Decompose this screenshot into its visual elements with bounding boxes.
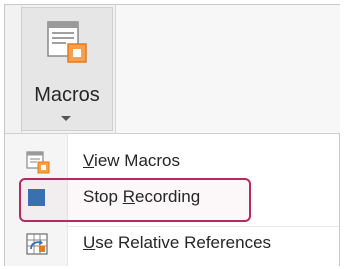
menu-item-label: Use Relative References [83,233,272,252]
menu-item-use-relative-references[interactable]: Use Relative References [5,226,339,262]
accelerator-key: U [83,233,96,252]
relative-references-icon [25,232,51,256]
menu-item-label: View Macros [83,151,181,170]
window-frame: Macros View Macros Stop Recording Use Re… [4,4,340,266]
stop-recording-icon [25,186,51,210]
accelerator-key: V [83,151,95,170]
menu-item-view-macros[interactable]: View Macros [5,144,339,180]
macros-dropdown-menu: View Macros Stop Recording Use Relative … [5,133,339,266]
macros-icon [44,18,92,66]
ribbon-empty-area [115,5,340,133]
ribbon: Macros [5,5,340,133]
menu-item-label: Stop Recording [83,187,201,206]
chevron-down-icon[interactable] [61,116,71,121]
accelerator-key: R [122,187,135,206]
menu-item-stop-recording[interactable]: Stop Recording [5,180,339,216]
ribbon-left-strip [5,5,22,133]
view-macros-icon [25,150,51,174]
macros-button[interactable]: Macros [21,7,113,131]
macros-label: Macros [34,84,100,106]
